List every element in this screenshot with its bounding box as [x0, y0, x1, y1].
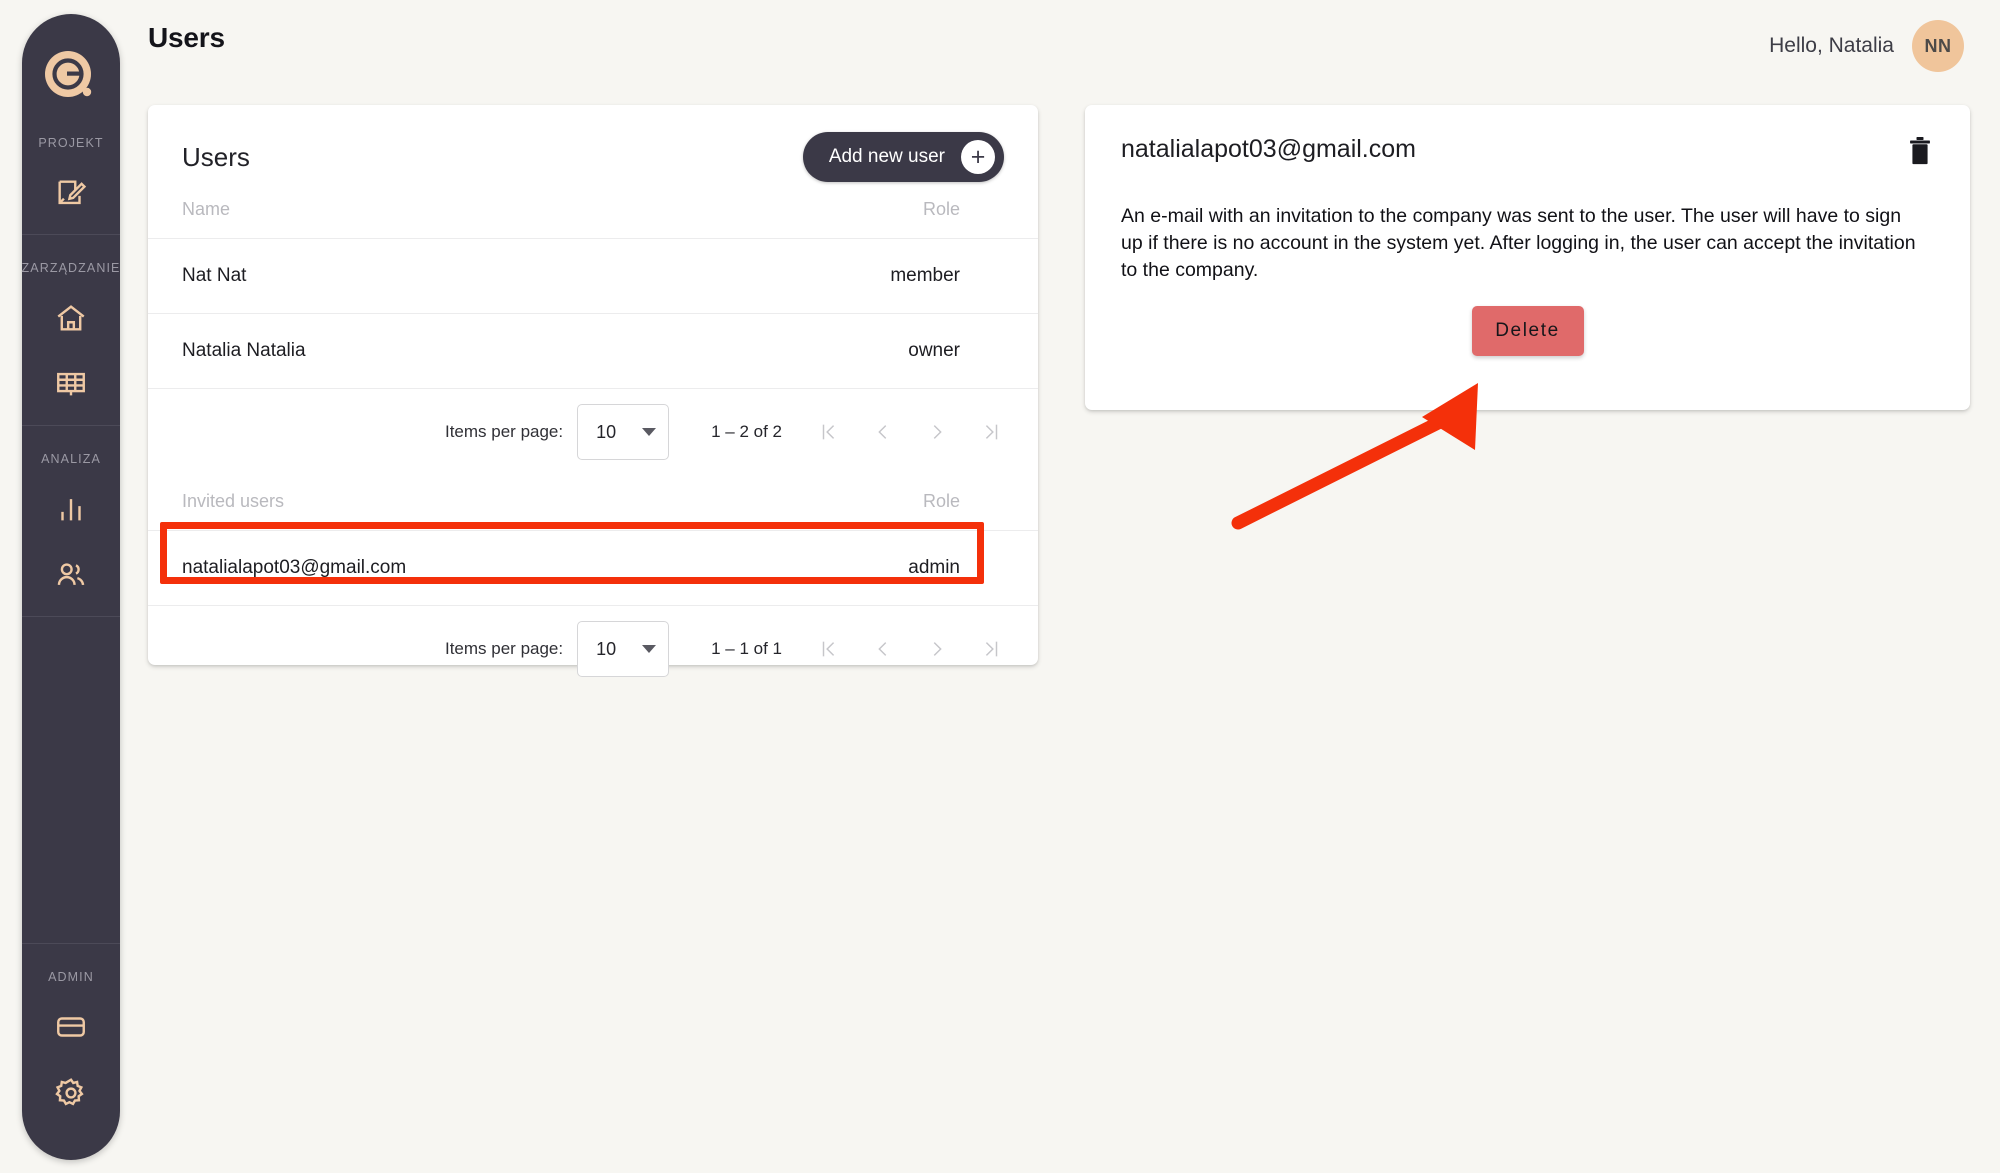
column-header-role: Role: [593, 183, 1038, 239]
sidebar-section-zarzadzanie: ZARZĄDZANIE: [22, 235, 120, 425]
delete-button[interactable]: Delete: [1471, 305, 1584, 356]
user-role: member: [593, 238, 1038, 314]
column-header-name: Name: [148, 183, 593, 239]
sidebar-section-label: ZARZĄDZANIE: [21, 261, 121, 275]
invited-users-table: Invited users Role natalialapot03@gmail.…: [148, 475, 1038, 606]
users-card-header: Users Add new user +: [148, 105, 1038, 183]
invitation-detail-card: natalialapot03@gmail.com An e-mail with …: [1085, 105, 1970, 410]
user-name: Nat Nat: [148, 238, 593, 314]
sidebar-item-panels[interactable]: [38, 351, 104, 417]
detail-card-header: natalialapot03@gmail.com: [1085, 105, 1970, 167]
items-per-page-select[interactable]: 10: [577, 404, 670, 460]
sidebar: PROJEKT ZARZĄDZANIE ANALIZA ADMIN: [22, 14, 120, 1160]
sidebar-item-billing[interactable]: [38, 994, 104, 1060]
sidebar-section-analiza: ANALIZA: [22, 426, 120, 616]
sidebar-item-home[interactable]: [38, 285, 104, 351]
sidebar-section-label: ADMIN: [48, 970, 94, 984]
table-row[interactable]: natalialapot03@gmail.com admin: [148, 530, 1038, 606]
avatar[interactable]: NN: [1912, 20, 1964, 72]
previous-page-button[interactable]: [870, 417, 896, 447]
users-table: Name Role Nat Nat member Natalia Natalia…: [148, 183, 1038, 389]
document-edit-icon: [58, 180, 87, 205]
users-table-body: Nat Nat member Natalia Natalia owner: [148, 238, 1038, 389]
invited-user-role: admin: [593, 530, 1038, 606]
invited-table-head: Invited users Role: [148, 475, 1038, 531]
first-page-button[interactable]: [816, 634, 842, 664]
last-page-button[interactable]: [978, 417, 1004, 447]
users-icon: [57, 563, 85, 586]
paginator-arrows: [816, 417, 1004, 447]
next-page-button[interactable]: [924, 417, 950, 447]
previous-page-button[interactable]: [870, 634, 896, 664]
users-card: Users Add new user + Name Role Nat Nat m…: [148, 105, 1038, 677]
chevron-right-icon: [933, 642, 942, 656]
first-page-button[interactable]: [816, 417, 842, 447]
gear-icon: [55, 1078, 84, 1106]
table-header-row: Name Role: [148, 183, 1038, 239]
user-name: Natalia Natalia: [148, 313, 593, 389]
detail-email: natalialapot03@gmail.com: [1121, 135, 1416, 163]
last-page-button[interactable]: [978, 634, 1004, 664]
page-title: Users: [148, 22, 225, 53]
last-page-icon: [985, 424, 998, 440]
delete-invitation-icon-button[interactable]: [1906, 135, 1934, 167]
sidebar-item-users[interactable]: [38, 542, 104, 608]
page-range-label: 1 – 2 of 2: [711, 422, 782, 441]
sidebar-item-projekt-edit[interactable]: [38, 160, 104, 226]
items-per-page-value: 10: [596, 638, 617, 659]
sidebar-section-label: ANALIZA: [41, 452, 101, 466]
user-menu[interactable]: Hello, Natalia NN: [1769, 20, 1964, 72]
items-per-page-label: Items per page:: [444, 639, 564, 658]
table-row[interactable]: Nat Nat member: [148, 238, 1038, 314]
grid-panel-icon: [57, 372, 85, 396]
paginator-arrows: [816, 634, 1004, 664]
items-per-page-value: 10: [596, 421, 617, 442]
next-page-button[interactable]: [924, 634, 950, 664]
add-new-user-button[interactable]: Add new user +: [802, 132, 1004, 182]
chevron-left-icon: [878, 425, 887, 439]
sidebar-section-label: PROJEKT: [38, 136, 104, 150]
table-header-row: Invited users Role: [148, 475, 1038, 531]
column-header-role: Role: [593, 475, 1038, 531]
last-page-icon: [985, 641, 998, 657]
items-per-page-select[interactable]: 10: [577, 621, 670, 677]
first-page-icon: [822, 424, 835, 440]
invited-users-table-body: natalialapot03@gmail.com admin: [148, 530, 1038, 606]
home-icon: [57, 305, 85, 331]
table-row[interactable]: Natalia Natalia owner: [148, 313, 1038, 389]
invitation-message: An e-mail with an invitation to the comp…: [1121, 205, 1916, 281]
invited-users-paginator: Items per page: 10 1 – 1 of 1: [148, 606, 1038, 692]
column-header-invited-users: Invited users: [148, 475, 593, 531]
add-new-user-label: Add new user: [828, 146, 945, 167]
user-role: owner: [593, 313, 1038, 389]
greeting-text: Hello, Natalia: [1769, 34, 1894, 57]
detail-card-actions: Delete: [1085, 284, 1970, 356]
app-logo[interactable]: [38, 44, 104, 110]
app-root: PROJEKT ZARZĄDZANIE ANALIZA ADMIN Users …: [0, 0, 2000, 1173]
bar-chart-icon: [61, 499, 81, 521]
credit-card-icon: [57, 1017, 85, 1037]
users-table-head: Name Role: [148, 183, 1038, 239]
chevron-left-icon: [878, 642, 887, 656]
users-card-title: Users: [182, 141, 250, 172]
chevron-down-icon: [642, 645, 657, 653]
sidebar-item-settings[interactable]: [38, 1060, 104, 1126]
plus-icon: +: [961, 140, 995, 174]
first-page-icon: [822, 641, 835, 657]
chevron-down-icon: [642, 428, 657, 436]
items-per-page-label: Items per page:: [444, 422, 564, 441]
invited-user-email: natalialapot03@gmail.com: [148, 530, 593, 606]
trash-icon: [1910, 137, 1930, 165]
chevron-right-icon: [933, 425, 942, 439]
sidebar-section-admin: ADMIN: [22, 944, 120, 1160]
sidebar-item-analytics[interactable]: [38, 476, 104, 542]
users-paginator: Items per page: 10 1 – 2 of 2: [148, 389, 1038, 475]
page-range-label: 1 – 1 of 1: [711, 639, 782, 658]
sidebar-section-projekt: PROJEKT: [22, 110, 120, 234]
e-logo-icon: [45, 51, 92, 97]
